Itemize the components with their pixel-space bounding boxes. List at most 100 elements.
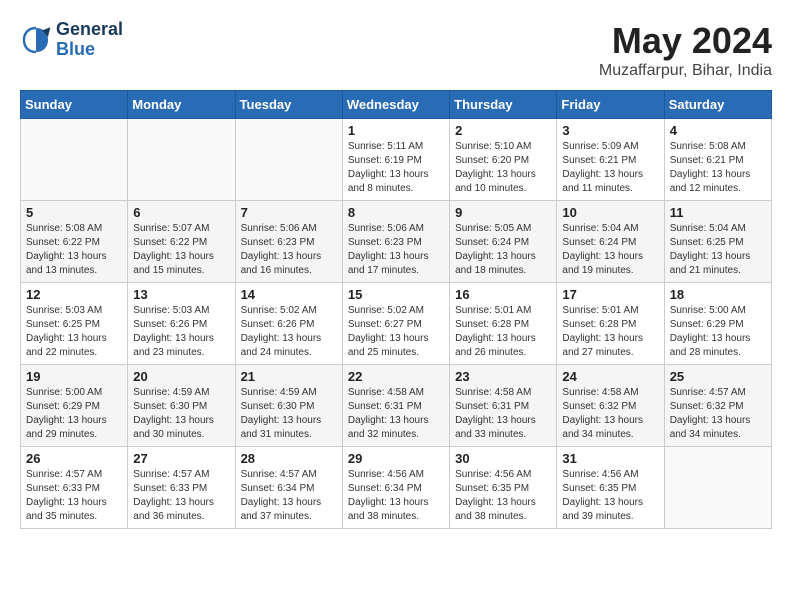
calendar-cell: 9 Sunrise: 5:05 AMSunset: 6:24 PMDaylight… <box>450 201 557 283</box>
calendar-cell: 8Sunrise: 5:06 AMSunset: 6:23 PMDaylight… <box>342 201 449 283</box>
calendar-cell: 4 Sunrise: 5:08 AMSunset: 6:21 PMDaylight… <box>664 119 771 201</box>
day-number: 1 <box>348 123 444 138</box>
calendar-cell: 13 Sunrise: 5:03 AMSunset: 6:26 PMDayligh… <box>128 283 235 365</box>
day-number: 14 <box>241 287 337 302</box>
calendar-cell: 10 Sunrise: 5:04 AMSunset: 6:24 PMDayligh… <box>557 201 664 283</box>
day-info: Sunrise: 5:02 AMSunset: 6:27 PMDaylight:… <box>348 304 444 360</box>
day-info: Sunrise: 5:00 AMSunset: 6:29 PMDaylight:… <box>26 386 122 442</box>
day-info: Sunrise: 4:56 AMSunset: 6:35 PMDaylight:… <box>455 468 551 524</box>
calendar-cell: 21 Sunrise: 4:59 AMSunset: 6:30 PMDayligh… <box>235 365 342 447</box>
day-number: 19 <box>26 369 122 384</box>
week-row-2: 5 Sunrise: 5:08 AMSunset: 6:22 PMDaylight… <box>21 201 772 283</box>
day-number: 27 <box>133 451 229 466</box>
day-number: 28 <box>241 451 337 466</box>
calendar-cell: 18 Sunrise: 5:00 AMSunset: 6:29 PMDayligh… <box>664 283 771 365</box>
week-row-3: 12Sunrise: 5:03 AMSunset: 6:25 PMDayligh… <box>21 283 772 365</box>
calendar-cell: 11 Sunrise: 5:04 AMSunset: 6:25 PMDayligh… <box>664 201 771 283</box>
calendar-cell <box>21 119 128 201</box>
day-number: 22 <box>348 369 444 384</box>
day-info: Sunrise: 5:01 AMSunset: 6:28 PMDaylight:… <box>562 304 658 360</box>
day-info: Sunrise: 5:05 AMSunset: 6:24 PMDaylight:… <box>455 222 551 278</box>
day-info: Sunrise: 5:02 AMSunset: 6:26 PMDaylight:… <box>241 304 337 360</box>
calendar-cell: 19 Sunrise: 5:00 AMSunset: 6:29 PMDayligh… <box>21 365 128 447</box>
calendar-cell: 20 Sunrise: 4:59 AMSunset: 6:30 PMDayligh… <box>128 365 235 447</box>
day-number: 9 <box>455 205 551 220</box>
day-info: Sunrise: 4:56 AMSunset: 6:35 PMDaylight:… <box>562 468 658 524</box>
day-number: 21 <box>241 369 337 384</box>
day-number: 11 <box>670 205 766 220</box>
weekday-header-friday: Friday <box>557 91 664 119</box>
calendar-cell: 17Sunrise: 5:01 AMSunset: 6:28 PMDayligh… <box>557 283 664 365</box>
calendar-cell: 25 Sunrise: 4:57 AMSunset: 6:32 PMDayligh… <box>664 365 771 447</box>
day-info: Sunrise: 5:08 AMSunset: 6:22 PMDaylight:… <box>26 222 122 278</box>
day-number: 8 <box>348 205 444 220</box>
day-info: Sunrise: 5:06 AMSunset: 6:23 PMDaylight:… <box>241 222 337 278</box>
calendar-cell: 16Sunrise: 5:01 AMSunset: 6:28 PMDayligh… <box>450 283 557 365</box>
weekday-header-monday: Monday <box>128 91 235 119</box>
weekday-header-saturday: Saturday <box>664 91 771 119</box>
calendar-table: SundayMondayTuesdayWednesdayThursdayFrid… <box>20 90 772 529</box>
page-header: General Blue May 2024 Muzaffarpur, Bihar… <box>20 20 772 80</box>
day-info: Sunrise: 5:09 AMSunset: 6:21 PMDaylight:… <box>562 140 658 196</box>
week-row-1: 1 Sunrise: 5:11 AMSunset: 6:19 PMDaylight… <box>21 119 772 201</box>
day-info: Sunrise: 5:08 AMSunset: 6:21 PMDaylight:… <box>670 140 766 196</box>
calendar-cell: 15 Sunrise: 5:02 AMSunset: 6:27 PMDayligh… <box>342 283 449 365</box>
calendar-cell: 6 Sunrise: 5:07 AMSunset: 6:22 PMDaylight… <box>128 201 235 283</box>
day-number: 24 <box>562 369 658 384</box>
calendar-cell: 27 Sunrise: 4:57 AMSunset: 6:33 PMDayligh… <box>128 447 235 529</box>
calendar-cell: 29 Sunrise: 4:56 AMSunset: 6:34 PMDayligh… <box>342 447 449 529</box>
day-number: 6 <box>133 205 229 220</box>
day-number: 15 <box>348 287 444 302</box>
logo: General Blue <box>20 20 123 60</box>
day-info: Sunrise: 5:04 AMSunset: 6:25 PMDaylight:… <box>670 222 766 278</box>
calendar-cell: 31 Sunrise: 4:56 AMSunset: 6:35 PMDayligh… <box>557 447 664 529</box>
day-info: Sunrise: 5:10 AMSunset: 6:20 PMDaylight:… <box>455 140 551 196</box>
day-info: Sunrise: 4:58 AMSunset: 6:31 PMDaylight:… <box>455 386 551 442</box>
day-number: 26 <box>26 451 122 466</box>
day-info: Sunrise: 5:07 AMSunset: 6:22 PMDaylight:… <box>133 222 229 278</box>
day-number: 2 <box>455 123 551 138</box>
day-info: Sunrise: 5:00 AMSunset: 6:29 PMDaylight:… <box>670 304 766 360</box>
day-info: Sunrise: 4:57 AMSunset: 6:33 PMDaylight:… <box>133 468 229 524</box>
weekday-header-sunday: Sunday <box>21 91 128 119</box>
calendar-cell: 23 Sunrise: 4:58 AMSunset: 6:31 PMDayligh… <box>450 365 557 447</box>
day-number: 3 <box>562 123 658 138</box>
day-number: 29 <box>348 451 444 466</box>
calendar-cell: 30 Sunrise: 4:56 AMSunset: 6:35 PMDayligh… <box>450 447 557 529</box>
day-number: 30 <box>455 451 551 466</box>
day-info: Sunrise: 4:59 AMSunset: 6:30 PMDaylight:… <box>241 386 337 442</box>
calendar-cell <box>128 119 235 201</box>
day-info: Sunrise: 4:56 AMSunset: 6:34 PMDaylight:… <box>348 468 444 524</box>
day-number: 20 <box>133 369 229 384</box>
weekday-header-thursday: Thursday <box>450 91 557 119</box>
day-number: 5 <box>26 205 122 220</box>
day-info: Sunrise: 4:59 AMSunset: 6:30 PMDaylight:… <box>133 386 229 442</box>
day-info: Sunrise: 5:11 AMSunset: 6:19 PMDaylight:… <box>348 140 444 196</box>
day-info: Sunrise: 4:58 AMSunset: 6:31 PMDaylight:… <box>348 386 444 442</box>
day-number: 4 <box>670 123 766 138</box>
logo-text: General Blue <box>56 20 123 60</box>
calendar-cell: 1 Sunrise: 5:11 AMSunset: 6:19 PMDaylight… <box>342 119 449 201</box>
day-info: Sunrise: 4:57 AMSunset: 6:34 PMDaylight:… <box>241 468 337 524</box>
day-number: 13 <box>133 287 229 302</box>
day-number: 18 <box>670 287 766 302</box>
location: Muzaffarpur, Bihar, India <box>599 62 772 80</box>
calendar-cell: 24Sunrise: 4:58 AMSunset: 6:32 PMDayligh… <box>557 365 664 447</box>
calendar-cell: 12Sunrise: 5:03 AMSunset: 6:25 PMDayligh… <box>21 283 128 365</box>
day-info: Sunrise: 5:03 AMSunset: 6:26 PMDaylight:… <box>133 304 229 360</box>
day-number: 23 <box>455 369 551 384</box>
day-info: Sunrise: 5:04 AMSunset: 6:24 PMDaylight:… <box>562 222 658 278</box>
day-number: 16 <box>455 287 551 302</box>
calendar-cell: 2 Sunrise: 5:10 AMSunset: 6:20 PMDaylight… <box>450 119 557 201</box>
calendar-cell <box>664 447 771 529</box>
week-row-4: 19 Sunrise: 5:00 AMSunset: 6:29 PMDayligh… <box>21 365 772 447</box>
calendar-cell: 28 Sunrise: 4:57 AMSunset: 6:34 PMDayligh… <box>235 447 342 529</box>
weekday-header-tuesday: Tuesday <box>235 91 342 119</box>
day-info: Sunrise: 4:57 AMSunset: 6:32 PMDaylight:… <box>670 386 766 442</box>
calendar-cell: 26Sunrise: 4:57 AMSunset: 6:33 PMDayligh… <box>21 447 128 529</box>
day-number: 25 <box>670 369 766 384</box>
calendar-cell: 7Sunrise: 5:06 AMSunset: 6:23 PMDaylight… <box>235 201 342 283</box>
calendar-cell <box>235 119 342 201</box>
day-number: 10 <box>562 205 658 220</box>
day-number: 31 <box>562 451 658 466</box>
